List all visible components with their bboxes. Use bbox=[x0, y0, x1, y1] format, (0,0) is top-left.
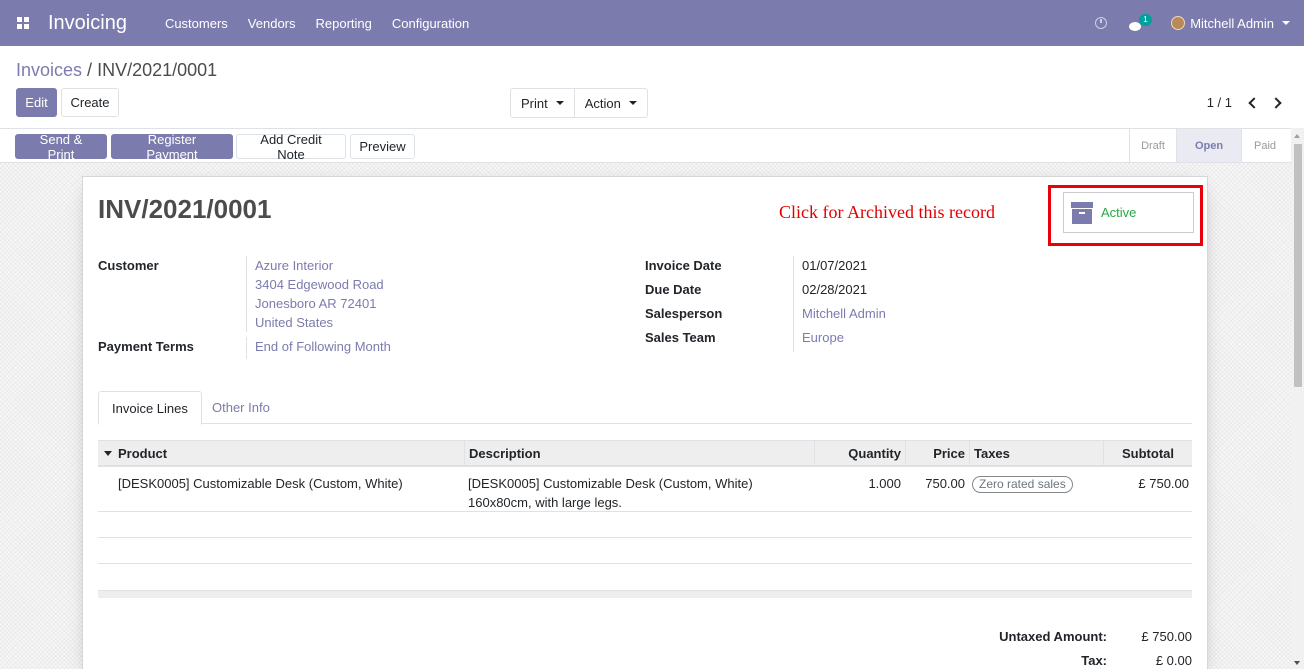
chat-badge: 1 bbox=[1139, 14, 1152, 26]
untaxed-amount-label: Untaxed Amount: bbox=[999, 629, 1107, 644]
scrollbar[interactable] bbox=[1291, 128, 1304, 669]
cell-subtotal: £ 750.00 bbox=[1138, 476, 1189, 491]
send-print-button[interactable]: Send & Print bbox=[15, 132, 107, 162]
app-title[interactable]: Invoicing bbox=[48, 12, 127, 35]
salesperson-label: Salesperson bbox=[645, 306, 723, 321]
field-divider bbox=[793, 256, 794, 352]
menu-customers[interactable]: Customers bbox=[165, 16, 228, 31]
cell-description-line2: 160x80cm, with large legs. bbox=[468, 495, 622, 510]
print-dropdown[interactable]: Print bbox=[511, 89, 574, 117]
stage-draft: Draft bbox=[1129, 129, 1176, 162]
payment-terms-field[interactable]: End of Following Month bbox=[255, 337, 391, 356]
sales-team-field[interactable]: Europe bbox=[802, 328, 844, 347]
chat-icon[interactable]: 1 bbox=[1129, 14, 1152, 31]
scroll-down-icon[interactable] bbox=[1294, 661, 1300, 665]
status-stages: Draft Open Paid bbox=[1129, 129, 1288, 162]
chevron-right-icon[interactable] bbox=[1270, 96, 1282, 109]
th-description[interactable]: Description bbox=[464, 441, 814, 466]
breadcrumb-current: INV/2021/0001 bbox=[97, 60, 218, 80]
add-credit-note-button[interactable]: Add Credit Note bbox=[236, 132, 346, 162]
statusbar: Send & Print Register Payment Add Credit… bbox=[0, 128, 1304, 163]
print-action-group: Print Action bbox=[510, 88, 648, 118]
breadcrumb-separator: / bbox=[82, 60, 98, 80]
top-navbar: Invoicing Customers Vendors Reporting Co… bbox=[0, 0, 1304, 46]
active-toggle-button[interactable]: Active bbox=[1063, 192, 1194, 233]
field-divider bbox=[246, 256, 247, 332]
customer-address-country: United States bbox=[255, 315, 334, 330]
annotation-text: Click for Archived this record bbox=[779, 202, 995, 222]
due-date-field[interactable]: 02/28/2021 bbox=[802, 280, 867, 299]
print-label: Print bbox=[521, 95, 548, 111]
tax-badge: Zero rated sales bbox=[972, 476, 1073, 493]
table-empty-row bbox=[98, 512, 1192, 538]
chevron-down-icon bbox=[628, 101, 637, 105]
table-empty-row bbox=[98, 564, 1192, 590]
cell-description[interactable]: [DESK0005] Customizable Desk (Custom, Wh… bbox=[468, 474, 753, 512]
th-product[interactable]: Product bbox=[104, 441, 167, 466]
tax-label: Tax: bbox=[1081, 653, 1107, 668]
customer-label: Customer bbox=[98, 258, 159, 273]
chevron-down-icon[interactable] bbox=[1282, 21, 1290, 25]
stage-open: Open bbox=[1176, 129, 1241, 162]
apps-menu-icon[interactable] bbox=[0, 0, 46, 46]
activity-clock-icon[interactable] bbox=[1095, 17, 1108, 29]
active-label: Active bbox=[1101, 205, 1137, 220]
form-sheet: INV/2021/0001 Click for Archived this re… bbox=[82, 176, 1208, 669]
action-dropdown[interactable]: Action bbox=[573, 89, 647, 117]
create-button[interactable]: Create bbox=[61, 88, 119, 117]
invoice-date-field[interactable]: 01/07/2021 bbox=[802, 256, 867, 275]
user-menu[interactable]: Mitchell Admin bbox=[1190, 16, 1274, 31]
customer-address-city: Jonesboro AR 72401 bbox=[255, 296, 377, 311]
field-divider bbox=[246, 337, 247, 359]
register-payment-button[interactable]: Register Payment bbox=[111, 132, 233, 162]
invoice-lines-table: Product Description Quantity Price Taxes… bbox=[98, 440, 1192, 598]
sort-caret-icon bbox=[104, 451, 112, 456]
cell-price[interactable]: 750.00 bbox=[905, 474, 965, 493]
scroll-thumb[interactable] bbox=[1294, 144, 1302, 387]
edit-button[interactable]: Edit bbox=[16, 88, 57, 117]
customer-name[interactable]: Azure Interior bbox=[255, 256, 384, 275]
th-quantity[interactable]: Quantity bbox=[814, 441, 905, 466]
chevron-down-icon bbox=[555, 101, 564, 105]
invoice-date-label: Invoice Date bbox=[645, 258, 722, 273]
notebook-tabs: Invoice Lines Other Info bbox=[98, 391, 1192, 425]
table-header: Product Description Quantity Price Taxes… bbox=[98, 440, 1192, 467]
payment-terms-label: Payment Terms bbox=[98, 339, 194, 354]
menu-configuration[interactable]: Configuration bbox=[392, 16, 469, 31]
th-taxes[interactable]: Taxes bbox=[969, 441, 1103, 466]
breadcrumb: Invoices / INV/2021/0001 bbox=[16, 60, 217, 81]
untaxed-amount-value: £ 750.00 bbox=[1141, 629, 1192, 644]
tax-value: £ 0.00 bbox=[1155, 653, 1192, 668]
th-price[interactable]: Price bbox=[905, 441, 969, 466]
archive-icon bbox=[1071, 201, 1093, 224]
cell-product[interactable]: [DESK0005] Customizable Desk (Custom, Wh… bbox=[118, 474, 403, 493]
menu-reporting[interactable]: Reporting bbox=[316, 16, 372, 31]
customer-field[interactable]: Azure Interior 3404 Edgewood Road Jonesb… bbox=[255, 256, 384, 332]
cell-quantity[interactable]: 1.000 bbox=[814, 474, 901, 493]
avatar[interactable] bbox=[1171, 16, 1186, 30]
sales-team-label: Sales Team bbox=[645, 330, 716, 345]
cell-description-line1: [DESK0005] Customizable Desk (Custom, Wh… bbox=[468, 476, 753, 491]
th-product-label: Product bbox=[118, 446, 168, 461]
customer-address-street: 3404 Edgewood Road bbox=[255, 277, 384, 292]
menu-vendors[interactable]: Vendors bbox=[248, 16, 296, 31]
action-label: Action bbox=[584, 95, 621, 111]
pager-value[interactable]: 1 / 1 bbox=[1207, 95, 1232, 110]
table-footer bbox=[98, 590, 1192, 598]
stage-paid: Paid bbox=[1241, 129, 1288, 162]
tab-other-info[interactable]: Other Info bbox=[199, 391, 283, 424]
th-subtotal[interactable]: Subtotal bbox=[1103, 441, 1192, 466]
invoice-title: INV/2021/0001 bbox=[98, 194, 272, 224]
scroll-up-icon[interactable] bbox=[1294, 134, 1300, 138]
due-date-label: Due Date bbox=[645, 282, 702, 297]
breadcrumb-invoices[interactable]: Invoices bbox=[16, 60, 82, 80]
tab-invoice-lines[interactable]: Invoice Lines bbox=[98, 391, 202, 425]
cell-taxes[interactable]: Zero rated sales bbox=[972, 474, 1073, 493]
preview-button[interactable]: Preview bbox=[350, 134, 415, 159]
table-row[interactable]: [DESK0005] Customizable Desk (Custom, Wh… bbox=[98, 467, 1192, 512]
chevron-left-icon[interactable] bbox=[1248, 96, 1260, 109]
pager: 1 / 1 bbox=[1207, 95, 1282, 110]
table-empty-row bbox=[98, 538, 1192, 564]
salesperson-field[interactable]: Mitchell Admin bbox=[802, 304, 886, 323]
